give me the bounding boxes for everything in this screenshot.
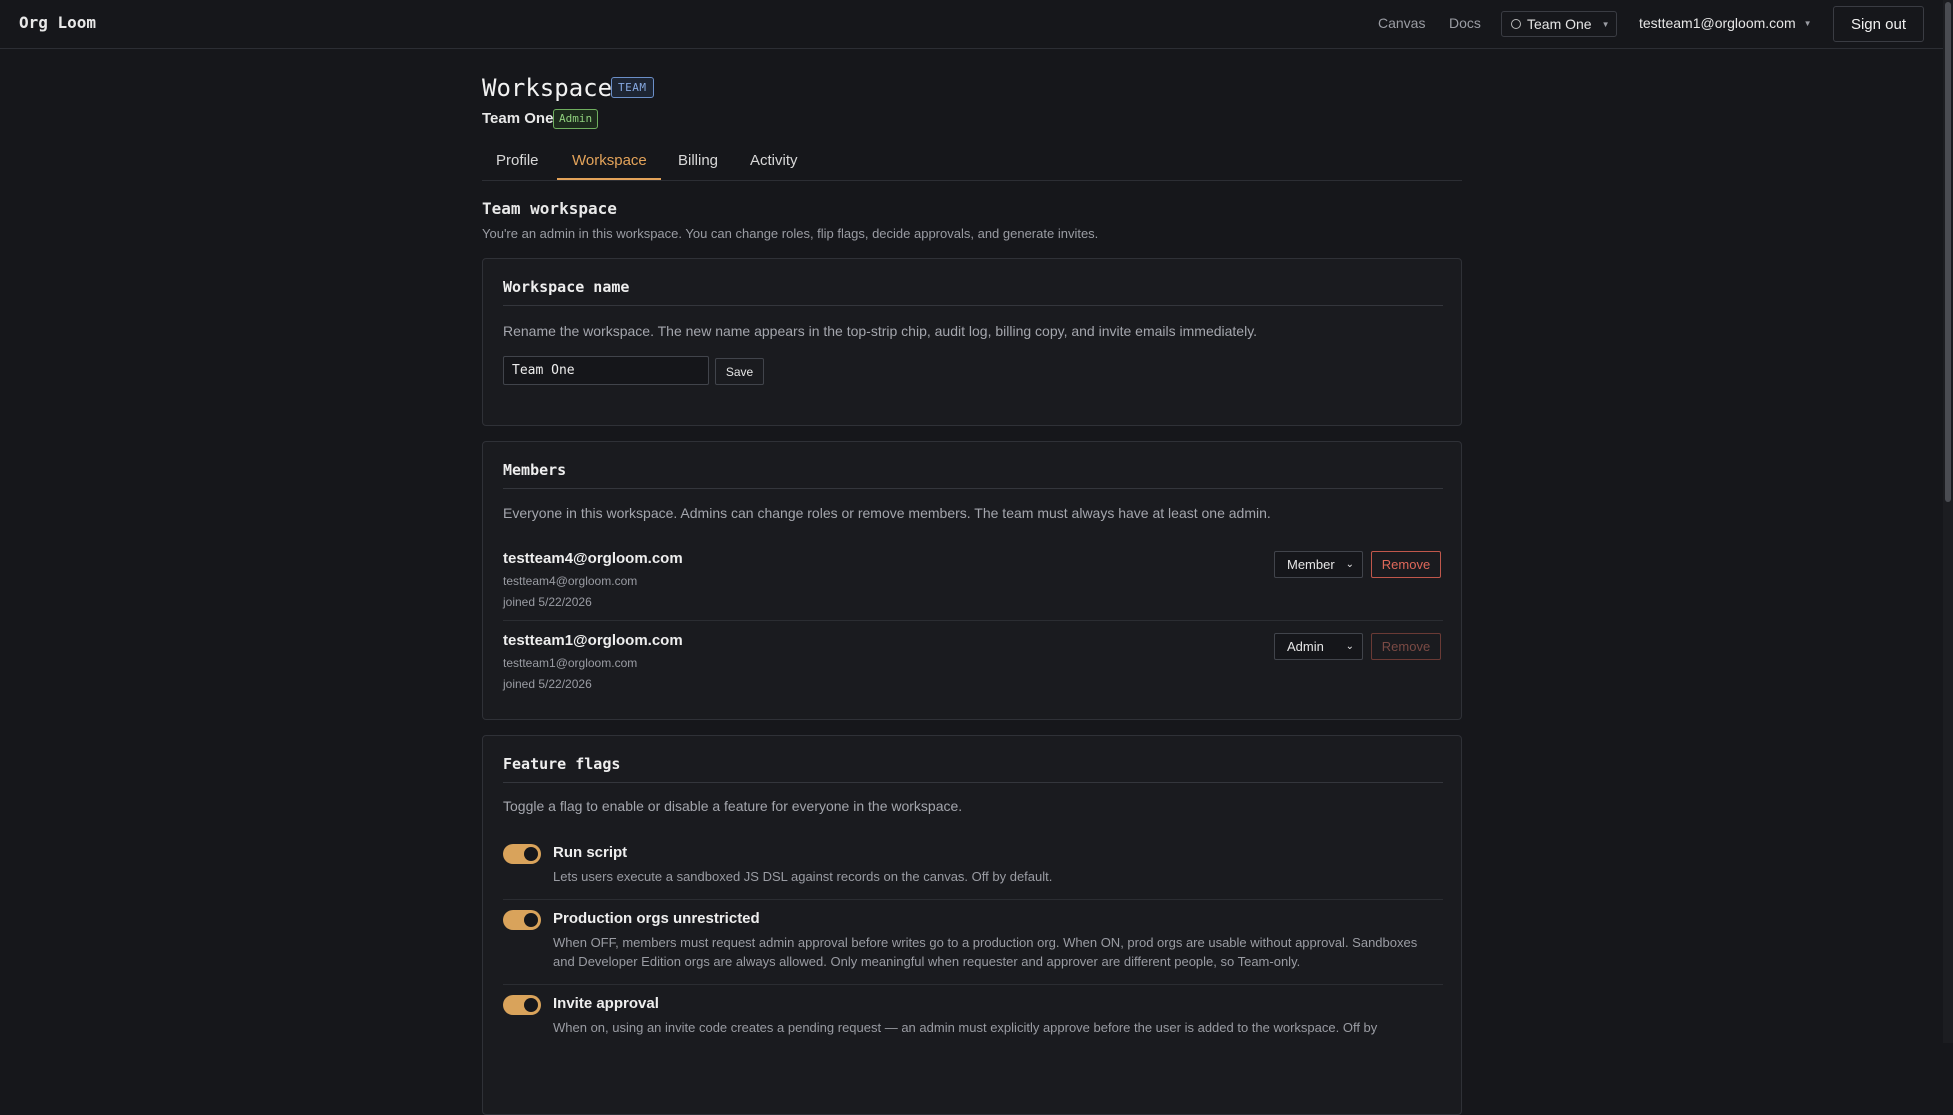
tab-profile[interactable]: Profile [496, 152, 539, 169]
production-orgs-toggle[interactable] [503, 910, 541, 930]
flag-description: Lets users execute a sandboxed JS DSL ag… [553, 869, 1053, 884]
divider [503, 305, 1443, 306]
tab-billing[interactable]: Billing [678, 152, 718, 169]
page-title: Workspace [482, 74, 613, 102]
row-divider [503, 620, 1443, 621]
workspace-name-input[interactable]: Team One [503, 356, 709, 385]
card-title: Workspace name [503, 278, 630, 296]
section-title: Team workspace [482, 199, 617, 218]
remove-member-button[interactable]: Remove [1371, 551, 1441, 578]
member-email: testteam1@orgloom.com [503, 656, 638, 670]
card-title: Members [503, 461, 567, 479]
divider [503, 782, 1443, 783]
flag-title: Production orgs unrestricted [553, 910, 760, 927]
brand-logo[interactable]: Org Loom [19, 13, 96, 32]
card-description: Everyone in this workspace. Admins can c… [503, 505, 1271, 521]
tab-bar: Profile Workspace Billing Activity [482, 142, 1462, 181]
toggle-knob [524, 913, 538, 927]
flag-description: When OFF, members must request admin app… [553, 935, 1418, 969]
row-divider [503, 899, 1443, 900]
row-divider [503, 984, 1443, 985]
chevron-down-icon: ⌄ [1345, 641, 1354, 652]
card-description: Toggle a flag to enable or disable a fea… [503, 798, 963, 814]
toggle-knob [524, 847, 538, 861]
active-tab-indicator [557, 178, 661, 180]
feature-flags-card: Feature flags Toggle a flag to enable or… [482, 735, 1462, 1115]
role-badge: Admin [553, 109, 599, 129]
member-row: testteam1@orgloom.com testteam1@orgloom.… [503, 632, 1443, 714]
scrollbar-thumb[interactable] [1945, 2, 1951, 502]
tab-workspace[interactable]: Workspace [572, 152, 647, 169]
team-icon [1511, 19, 1521, 29]
save-button[interactable]: Save [715, 358, 764, 385]
remove-member-button: Remove [1371, 633, 1441, 660]
nav-docs-link[interactable]: Docs [1449, 15, 1481, 31]
role-select[interactable]: Admin ⌄ [1274, 633, 1363, 660]
member-joined-date: joined 5/22/2026 [503, 595, 592, 609]
member-joined-date: joined 5/22/2026 [503, 677, 592, 691]
card-description: Rename the workspace. The new name appea… [503, 323, 1258, 339]
member-name: testteam1@orgloom.com [503, 632, 683, 649]
members-card: Members Everyone in this workspace. Admi… [482, 441, 1462, 720]
toggle-knob [524, 998, 538, 1012]
user-email: testteam1@orgloom.com [1639, 15, 1796, 31]
member-email: testteam4@orgloom.com [503, 574, 638, 588]
role-select-value: Member [1287, 557, 1335, 572]
sign-out-button[interactable]: Sign out [1833, 6, 1924, 42]
flag-title: Invite approval [553, 995, 659, 1012]
team-switcher[interactable]: Team One ▼ [1501, 11, 1617, 37]
user-menu[interactable]: testteam1@orgloom.com ▼ [1639, 15, 1812, 31]
top-bar: Org Loom Canvas Docs Team One ▼ testteam… [0, 0, 1943, 49]
team-name: Team One [482, 110, 554, 127]
team-switcher-label: Team One [1527, 16, 1592, 32]
role-select-value: Admin [1287, 639, 1324, 654]
flag-title: Run script [553, 844, 628, 861]
run-script-toggle[interactable] [503, 844, 541, 864]
page-scrollbar[interactable] [1943, 0, 1953, 1043]
member-name: testteam4@orgloom.com [503, 550, 683, 567]
chevron-down-icon: ⌄ [1345, 559, 1354, 570]
role-select[interactable]: Member ⌄ [1274, 551, 1363, 578]
nav-canvas-link[interactable]: Canvas [1378, 15, 1425, 31]
flag-description: When on, using an invite code creates a … [553, 1020, 1378, 1035]
tab-activity[interactable]: Activity [750, 152, 798, 169]
card-title: Feature flags [503, 755, 621, 773]
invite-approval-toggle[interactable] [503, 995, 541, 1015]
section-description: You're an admin in this workspace. You c… [482, 226, 1099, 241]
chevron-down-icon: ▼ [1803, 19, 1812, 28]
team-badge: TEAM [611, 77, 654, 98]
divider [503, 488, 1443, 489]
chevron-down-icon: ▼ [1601, 19, 1610, 29]
workspace-name-card: Workspace name Rename the workspace. The… [482, 258, 1462, 426]
